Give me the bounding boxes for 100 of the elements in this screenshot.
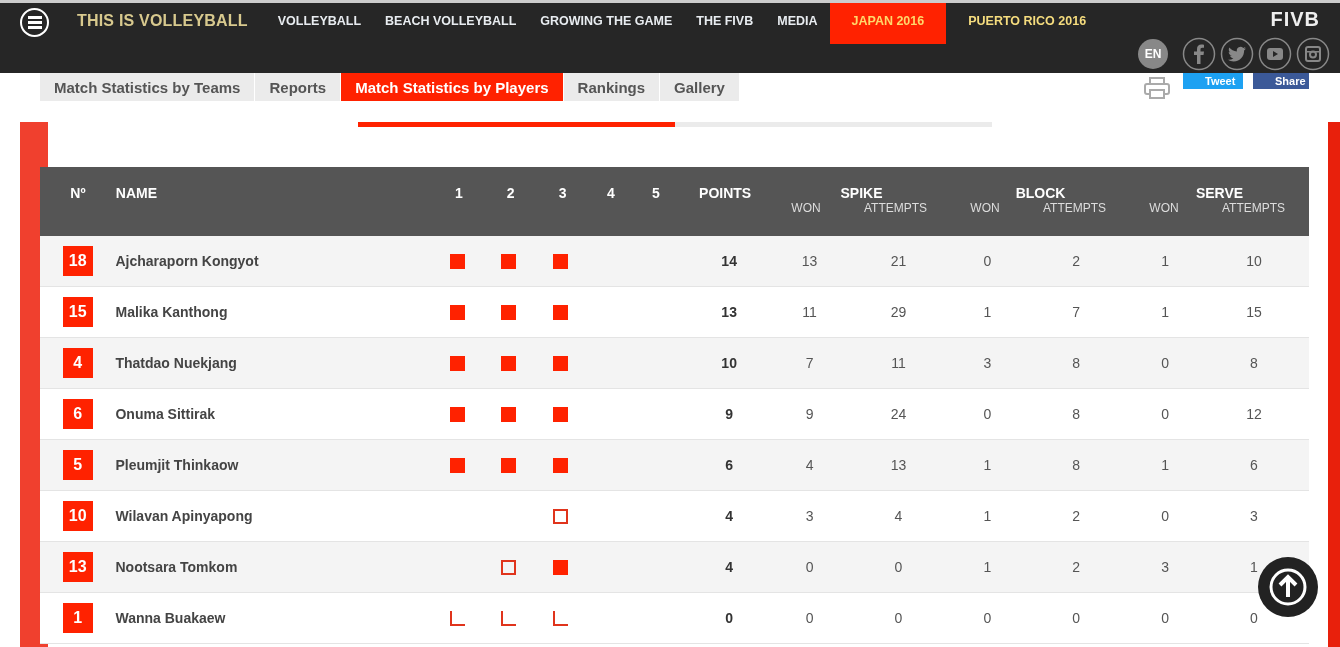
table-cell-text: 7 — [804, 355, 815, 371]
column-group-header: SERVE — [1195, 184, 1244, 201]
table-cell-text: 21 — [889, 253, 908, 269]
tab[interactable]: Rankings — [563, 73, 660, 101]
shirt-number: 10 — [62, 501, 93, 531]
table-cell-text: 8 — [1071, 406, 1082, 422]
table-cell-text: 7 — [1071, 304, 1082, 320]
table-cell-text: 1 — [1160, 253, 1170, 269]
set-bench-icon — [449, 610, 465, 626]
column-header: ATTEMPTS — [1220, 201, 1287, 215]
table-cell-text: 2 — [1071, 559, 1082, 575]
column-header: WON — [969, 201, 1001, 215]
table-cell-text: 24 — [889, 406, 908, 422]
facebook-icon[interactable] — [1182, 37, 1216, 71]
table-cell-text: 0 — [1160, 508, 1170, 524]
table-cell-text: 9 — [804, 406, 815, 422]
set-played-icon — [552, 355, 568, 371]
table-cell-text: 0 — [804, 610, 815, 626]
column-header: POINTS — [698, 184, 753, 203]
set-bench-icon — [501, 610, 517, 626]
share-button[interactable]: Share — [1253, 73, 1309, 89]
table-cell-text: 1 — [982, 559, 993, 575]
table-cell-text: 3 — [804, 508, 815, 524]
table-cell-text: 0 — [804, 559, 815, 575]
scroll-to-top-button[interactable] — [1258, 557, 1318, 617]
nav-link[interactable]: BEACH VOLLEYBALL — [373, 3, 529, 44]
tab[interactable]: Reports — [255, 73, 341, 101]
table-cell-text: 1 — [1249, 559, 1259, 575]
tab[interactable]: Match Statistics by Players — [341, 73, 563, 101]
menu-icon[interactable] — [20, 8, 49, 37]
set-played-icon — [449, 253, 465, 269]
table-cell-text: 0 — [982, 406, 993, 422]
table-cell-text: 1 — [1160, 457, 1170, 473]
table-cell-text: 1 — [982, 508, 993, 524]
table-cell-text: 4 — [724, 508, 735, 524]
set-played-icon — [552, 406, 568, 422]
table-cell-text: 1 — [982, 304, 993, 320]
set-played-icon — [552, 253, 568, 269]
table-cell-text: 8 — [1249, 355, 1259, 371]
column-header: ATTEMPTS — [862, 201, 929, 215]
set-played-icon — [501, 253, 517, 269]
set-bench-icon — [552, 610, 568, 626]
set-played-icon — [552, 304, 568, 320]
table-cell-text: 29 — [889, 304, 908, 320]
table-cell-text: 13 — [720, 304, 738, 320]
table-cell-text: 3 — [982, 355, 993, 371]
tab[interactable]: Gallery — [660, 73, 739, 101]
nav-link[interactable]: PUERTO RICO 2016 — [946, 3, 1109, 44]
table-cell-text: 15 — [1245, 304, 1263, 320]
column-header: WON — [790, 201, 822, 215]
table-cell-text: 13 — [889, 457, 908, 473]
table-cell-text: 0 — [1160, 355, 1170, 371]
set-played-icon — [449, 304, 465, 320]
set-played-icon — [552, 457, 568, 473]
table-cell-text: 10 — [1245, 253, 1263, 269]
table-cell-text: 1 — [982, 457, 993, 473]
player-name: Onuma Sittirak — [115, 406, 217, 422]
column-header: ATTEMPTS — [1041, 201, 1108, 215]
table-cell-text: 0 — [893, 559, 904, 575]
column-header: 5 — [650, 184, 661, 203]
table-cell-text: 3 — [1160, 559, 1170, 575]
player-name: Nootsara Tomkom — [115, 559, 239, 575]
column-group-header: SPIKE — [840, 184, 883, 201]
player-name: Malika Kanthong — [115, 304, 229, 320]
table-cell-text: 1 — [1160, 304, 1170, 320]
table-cell-text: 2 — [1071, 253, 1082, 269]
tab[interactable]: Match Statistics by Teams — [40, 73, 255, 101]
set-played-icon — [501, 304, 517, 320]
player-name: Wanna Buakaew — [115, 610, 227, 626]
set-substitute-icon — [501, 559, 517, 575]
table-cell-text: 9 — [724, 406, 735, 422]
table-cell-text: 3 — [1249, 508, 1259, 524]
shirt-number: 15 — [62, 297, 93, 327]
table-cell-text: 0 — [982, 253, 993, 269]
table-cell-text: 4 — [724, 559, 735, 575]
table-cell-text: 2 — [1071, 508, 1082, 524]
nav-link[interactable]: GROWING THE GAME — [528, 3, 685, 44]
site-logo[interactable]: THIS IS VOLLEYBALL — [77, 12, 248, 30]
table-cell-text: 0 — [982, 610, 993, 626]
fivb-logo[interactable]: FIVB — [1270, 8, 1320, 31]
column-header: 3 — [557, 184, 568, 203]
twitter-icon[interactable] — [1220, 37, 1254, 71]
set-substitute-icon — [552, 508, 568, 524]
nav-link[interactable]: MEDIA — [765, 3, 830, 44]
table-cell-text: 0 — [1249, 610, 1259, 626]
table-cell-text: 0 — [1160, 610, 1170, 626]
set-played-icon — [449, 355, 465, 371]
language-button[interactable]: EN — [1138, 39, 1168, 69]
player-name: Ajcharaporn Kongyot — [115, 253, 260, 269]
column-group-header: BLOCK — [1015, 184, 1066, 201]
table-cell-text: 13 — [800, 253, 819, 269]
set-played-icon — [449, 406, 465, 422]
shirt-number: 5 — [62, 450, 93, 480]
table-cell-text: 0 — [893, 610, 904, 626]
nav-link[interactable]: VOLLEYBALL — [265, 3, 374, 44]
instagram-icon[interactable] — [1296, 37, 1330, 71]
set-played-icon — [501, 355, 517, 371]
youtube-icon[interactable] — [1258, 37, 1292, 71]
player-name: Wilavan Apinyapong — [115, 508, 254, 524]
nav-link[interactable]: THE FIVB — [684, 3, 766, 44]
